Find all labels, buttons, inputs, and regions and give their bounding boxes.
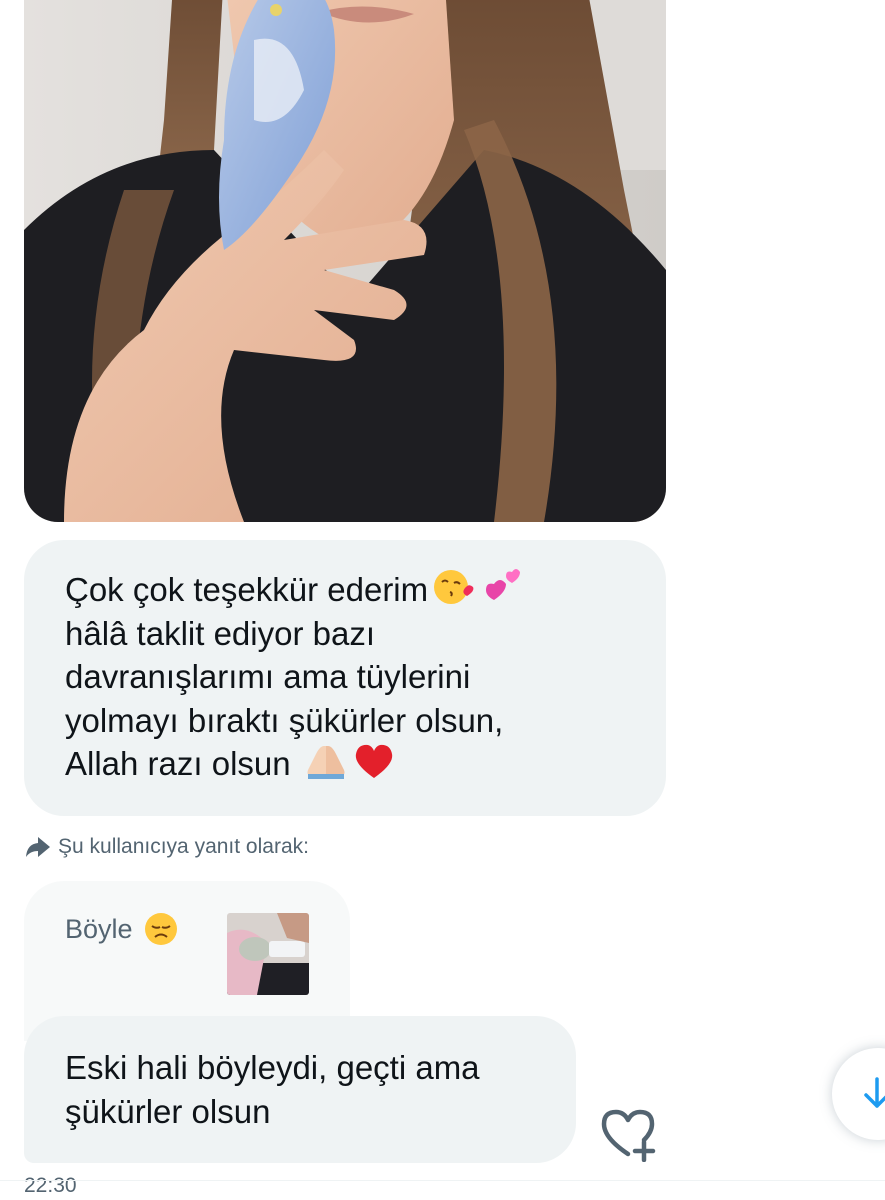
message-line: Çok çok teşekkür ederim	[65, 568, 636, 612]
quoted-thumbnail[interactable]	[227, 913, 309, 995]
message-line: şükürler olsun	[65, 1092, 271, 1130]
scroll-to-bottom-button[interactable]	[832, 1048, 885, 1140]
face-blowing-kiss-emoji	[432, 568, 476, 606]
disappointed-face-emoji	[143, 911, 179, 947]
red-heart-emoji	[352, 742, 396, 780]
arrow-down-icon	[864, 1077, 885, 1108]
reply-context-label: Şu kullanıcıya yanıt olarak:	[58, 835, 309, 858]
message-bubble-last[interactable]: Eski hali böyleydi, geçti ama şükürler o…	[24, 1016, 576, 1163]
photo-image	[24, 0, 666, 522]
folded-hands-emoji	[304, 742, 348, 780]
message-line: Allah razı olsun	[65, 742, 636, 786]
reply-arrow-icon	[24, 834, 52, 860]
divider	[0, 1180, 885, 1181]
message-bubble[interactable]: Çok çok teşekkür ederim hâlâ taklit ediy…	[24, 540, 666, 816]
add-reaction-button[interactable]	[598, 1106, 658, 1162]
message-line: davranışlarımı ama tüylerini	[65, 658, 471, 695]
quoted-text: Böyle	[65, 911, 179, 947]
two-hearts-emoji	[480, 568, 524, 606]
dm-conversation: Çok çok teşekkür ederim hâlâ taklit ediy…	[0, 0, 885, 1200]
reply-context: Şu kullanıcıya yanıt olarak:	[24, 832, 309, 862]
photo-message[interactable]	[24, 0, 666, 522]
message-line: Eski hali böyleydi, geçti ama	[65, 1049, 480, 1086]
heart-plus-icon	[601, 1109, 656, 1162]
message-line: yolmayı bıraktı şükürler olsun,	[65, 701, 504, 739]
message-timestamp: 22:30	[24, 1174, 77, 1197]
quoted-text-label: Böyle	[65, 913, 133, 944]
message-line: hâlâ taklit ediyor bazı	[65, 614, 376, 652]
